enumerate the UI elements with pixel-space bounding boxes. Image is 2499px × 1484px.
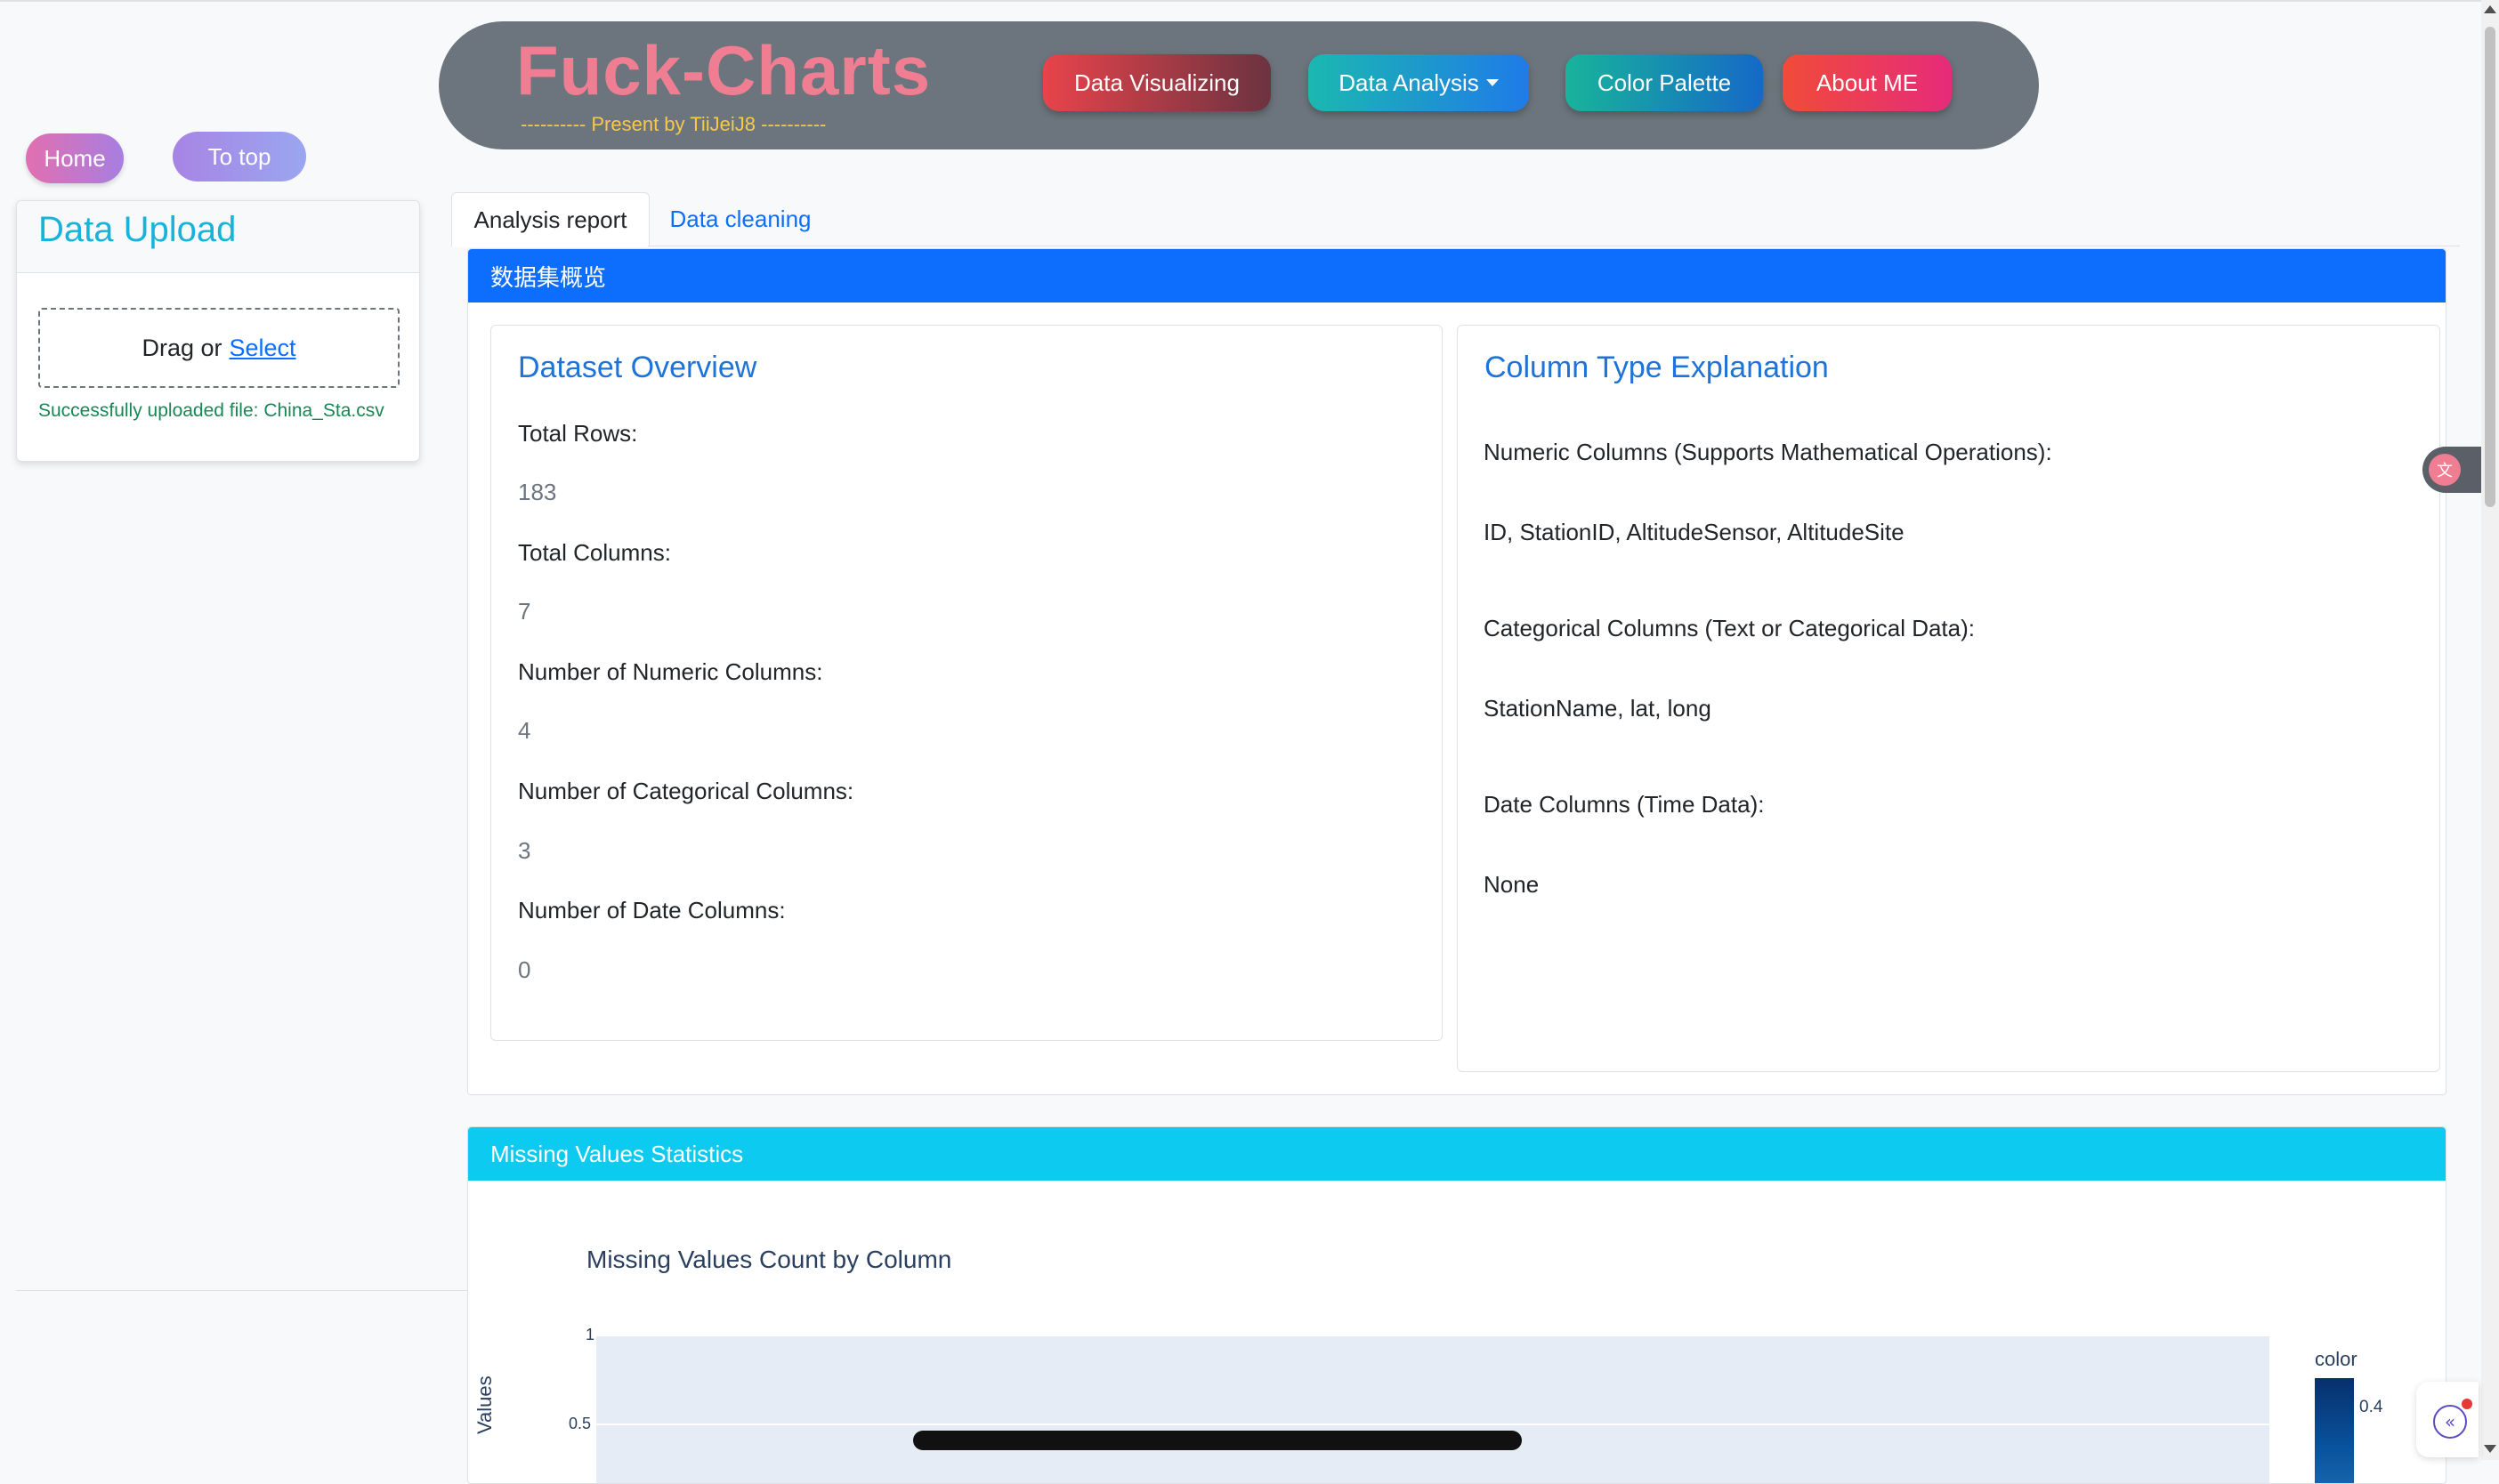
- translate-icon[interactable]: 文: [2429, 454, 2461, 486]
- numeric-type-value: ID, StationID, AltitudeSensor, AltitudeS…: [1484, 519, 1905, 545]
- total-rows-value: 183: [518, 479, 557, 505]
- horizontal-scrollbar[interactable]: [913, 1431, 1522, 1450]
- date-columns-value: 0: [518, 956, 531, 983]
- date-type-value: None: [1484, 871, 1540, 898]
- chart-gridline: [596, 1424, 2269, 1425]
- vertical-scrollbar-thumb[interactable]: [2485, 27, 2495, 507]
- total-columns-label: Total Columns:: [518, 539, 671, 566]
- scroll-up-arrow-icon[interactable]: [2484, 5, 2496, 13]
- y-axis-label: Values: [473, 1375, 496, 1434]
- total-columns-value: 7: [518, 598, 531, 625]
- column-type-title: Column Type Explanation: [1484, 351, 1829, 384]
- nav-color-palette-label: Color Palette: [1597, 69, 1732, 96]
- numeric-columns-label: Number of Numeric Columns:: [518, 658, 823, 685]
- site-header: Fuck-Charts ---------- Present by TiiJei…: [439, 21, 2039, 149]
- file-dropzone[interactable]: Drag or Select: [38, 308, 400, 388]
- y-tick-1: 1: [586, 1326, 595, 1343]
- categorical-columns-label: Number of Categorical Columns:: [518, 778, 854, 804]
- categorical-columns-value: 3: [518, 837, 531, 864]
- dropzone-drag-text: Drag or: [142, 334, 222, 361]
- select-file-link[interactable]: Select: [229, 335, 295, 362]
- missing-values-header: Missing Values Statistics: [468, 1127, 2446, 1181]
- column-type-card: Column Type Explanation Numeric Columns …: [1457, 325, 2440, 1072]
- brand-subtitle: ---------- Present by TiiJeiJ8 ---------…: [521, 113, 827, 135]
- brand-title: Fuck-Charts: [516, 31, 932, 109]
- scroll-down-arrow-icon[interactable]: [2484, 1445, 2496, 1453]
- nav-data-analysis-dropdown[interactable]: Data Analysis: [1308, 54, 1529, 111]
- nav-color-palette-button[interactable]: Color Palette: [1565, 54, 1763, 111]
- browser-top-border: [0, 0, 2499, 2]
- chart-title: Missing Values Count by Column: [586, 1246, 952, 1273]
- to-top-button[interactable]: To top: [173, 132, 306, 181]
- home-button[interactable]: Home: [26, 133, 124, 183]
- tab-data-cleaning[interactable]: Data cleaning: [662, 192, 819, 246]
- colorbar: [2315, 1378, 2354, 1483]
- y-tick-0-5: 0.5: [569, 1415, 592, 1432]
- upload-title: Data Upload: [38, 210, 237, 249]
- nav-about-me-button[interactable]: About ME: [1783, 54, 1952, 111]
- nav-about-me-label: About ME: [1816, 69, 1919, 96]
- colorbar-tick: 0.4: [2359, 1398, 2383, 1416]
- nav-data-visualizing-button[interactable]: Data Visualizing: [1043, 54, 1271, 111]
- dataset-overview-section: 数据集概览 Dataset Overview Total Rows: 183 T…: [467, 248, 2446, 1095]
- overview-section-header: 数据集概览: [468, 249, 2446, 302]
- dataset-overview-title: Dataset Overview: [518, 351, 757, 384]
- nav-data-analysis-label: Data Analysis: [1338, 69, 1479, 96]
- date-columns-label: Number of Date Columns:: [518, 897, 786, 923]
- tab-analysis-report[interactable]: Analysis report: [451, 192, 650, 247]
- sidebar-divider: [16, 1290, 470, 1291]
- chart-plot-area: [596, 1336, 2269, 1483]
- notification-dot-icon: [2462, 1399, 2472, 1409]
- upload-status-message: Successfully uploaded file: China_Sta.cs…: [38, 400, 384, 421]
- caret-down-icon: [1485, 79, 1499, 86]
- categorical-type-label: Categorical Columns (Text or Categorical…: [1484, 615, 1975, 641]
- categorical-type-value: StationName, lat, long: [1484, 695, 1711, 722]
- date-type-label: Date Columns (Time Data):: [1484, 791, 1765, 818]
- numeric-type-label: Numeric Columns (Supports Mathematical O…: [1484, 439, 2052, 465]
- numeric-columns-value: 4: [518, 717, 531, 744]
- collapse-icon[interactable]: «: [2433, 1405, 2467, 1439]
- total-rows-label: Total Rows:: [518, 420, 638, 447]
- dataset-overview-card: Dataset Overview Total Rows: 183 Total C…: [490, 325, 1443, 1041]
- data-upload-card: Data Upload Drag or Select Successfully …: [16, 200, 420, 462]
- colorbar-title: color: [2315, 1348, 2357, 1370]
- nav-data-visualizing-label: Data Visualizing: [1074, 69, 1240, 96]
